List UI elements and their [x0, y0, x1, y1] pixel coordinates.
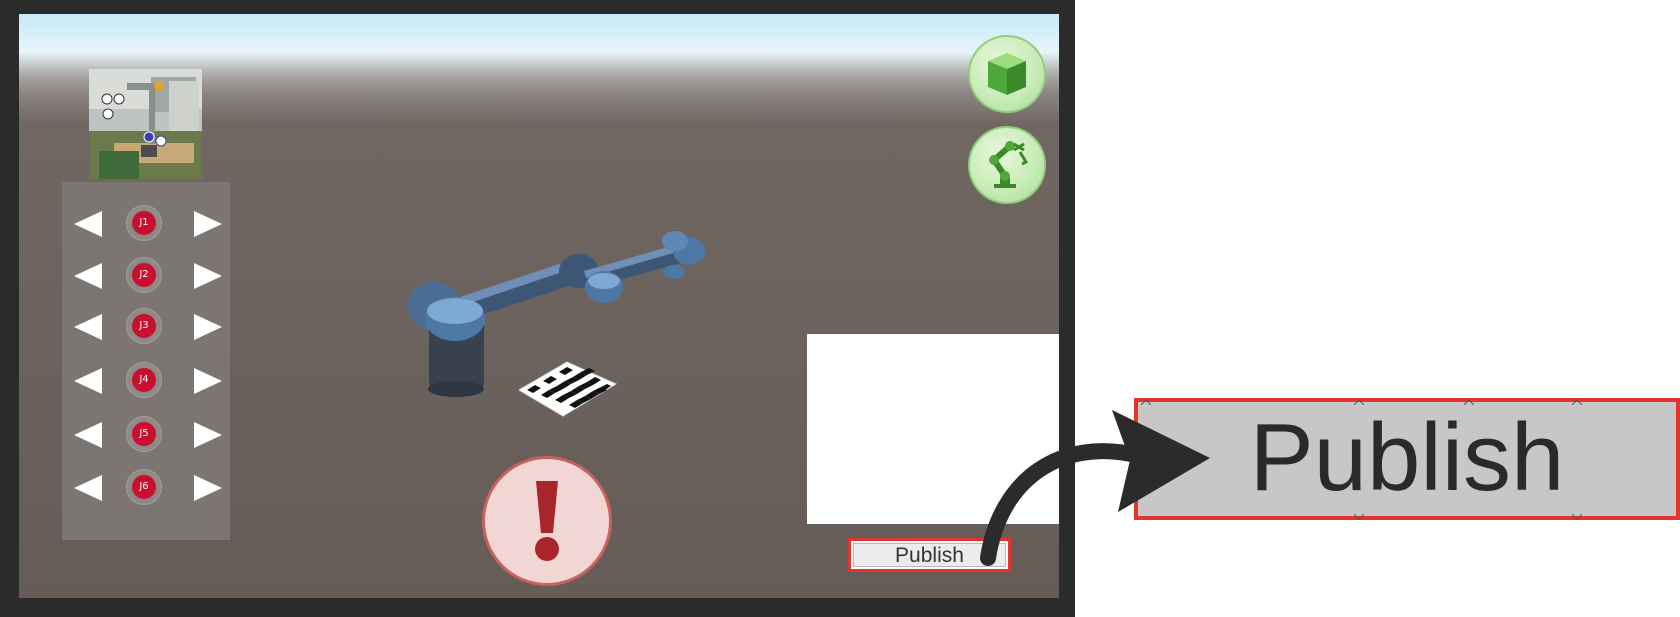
curved-pointer-arrow-icon	[980, 410, 1210, 566]
